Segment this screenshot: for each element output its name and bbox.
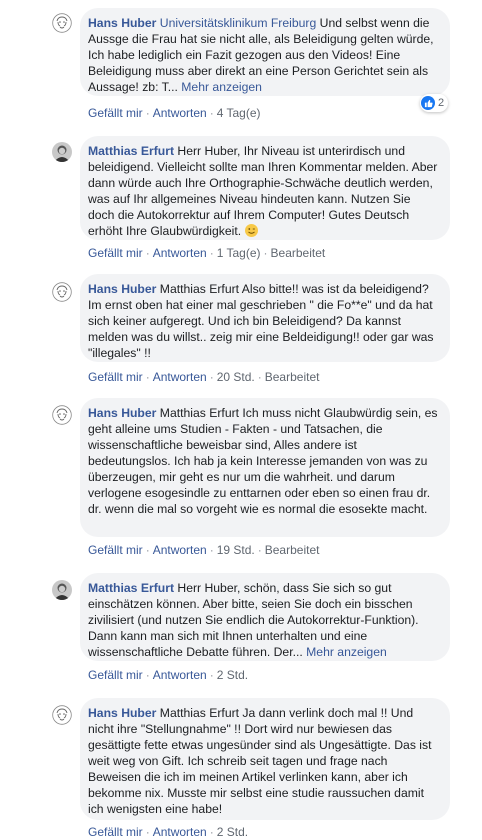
avatar[interactable] xyxy=(52,13,72,33)
comment-bubble: Matthias Erfurt Herr Huber, schön, dass … xyxy=(80,573,450,661)
separator: · xyxy=(209,668,214,682)
timestamp[interactable]: 1 Tag(e) xyxy=(217,246,261,260)
comment-bubble: Hans Huber Matthias Erfurt Ja dann verli… xyxy=(80,698,450,820)
comment-actions: Gefällt mir · Antworten · 1 Tag(e) · Bearbeite… xyxy=(88,246,325,260)
avatar[interactable] xyxy=(52,580,72,600)
like-link[interactable]: Gefällt mir xyxy=(88,668,143,682)
comment-text: Herr Huber, Ihr Niveau ist unterirdisch … xyxy=(88,144,438,238)
comment-author[interactable]: Hans Huber xyxy=(88,16,156,30)
separator: · xyxy=(145,825,150,839)
separator: · xyxy=(145,370,150,384)
like-link[interactable]: Gefällt mir xyxy=(88,370,143,384)
separator: · xyxy=(145,668,150,682)
separator: · xyxy=(257,370,262,384)
comment-author[interactable]: Hans Huber xyxy=(88,706,156,720)
wink-emoji-icon xyxy=(244,224,258,237)
timestamp[interactable]: 19 Std. xyxy=(217,543,255,557)
separator: · xyxy=(145,543,150,557)
reply-link[interactable]: Antworten xyxy=(153,668,207,682)
like-link[interactable]: Gefällt mir xyxy=(88,106,143,120)
reaction-count[interactable]: 2 xyxy=(420,94,449,112)
comment-bubble: Matthias Erfurt Herr Huber, Ihr Niveau i… xyxy=(80,136,450,240)
comment-bubble: Hans Huber Universitätsklinikum Freiburg… xyxy=(80,8,450,96)
reply-link[interactable]: Antworten xyxy=(153,246,207,260)
timestamp[interactable]: 2 Std. xyxy=(217,668,248,682)
avatar[interactable] xyxy=(52,282,72,302)
reply-link[interactable]: Antworten xyxy=(153,370,207,384)
separator: · xyxy=(209,370,214,384)
comment-text: Matthias Erfurt Ja dann verlink doch mal… xyxy=(88,706,432,816)
like-link[interactable]: Gefällt mir xyxy=(88,825,143,839)
comment-author[interactable]: Matthias Erfurt xyxy=(88,581,174,595)
show-more-link[interactable]: Mehr anzeigen xyxy=(181,80,262,94)
separator: · xyxy=(209,543,214,557)
separator: · xyxy=(209,106,214,120)
avatar[interactable] xyxy=(52,705,72,725)
reply-link[interactable]: Antworten xyxy=(153,825,207,839)
avatar[interactable] xyxy=(52,405,72,425)
avatar[interactable] xyxy=(52,142,72,162)
edited-label[interactable]: Bearbeitet xyxy=(265,370,320,384)
reply-link[interactable]: Antworten xyxy=(153,543,207,557)
comment-actions: Gefällt mir · Antworten · 2 Std. xyxy=(88,825,248,839)
reaction-number: 2 xyxy=(438,97,445,109)
separator: · xyxy=(145,246,150,260)
reply-link[interactable]: Antworten xyxy=(153,106,207,120)
comment-author[interactable]: Hans Huber xyxy=(88,406,156,420)
like-link[interactable]: Gefällt mir xyxy=(88,246,143,260)
comment-bubble: Hans Huber Matthias Erfurt Also bitte!! … xyxy=(80,274,450,362)
timestamp[interactable]: 2 Std. xyxy=(217,825,248,839)
separator: · xyxy=(263,246,268,260)
comment-actions: Gefällt mir · Antworten · 19 Std. · Bearbeitet xyxy=(88,543,319,557)
comment-text: Matthias Erfurt Ich muss nicht Glaubwürd… xyxy=(88,406,438,516)
separator: · xyxy=(209,246,214,260)
timestamp[interactable]: 20 Std. xyxy=(217,370,255,384)
timestamp[interactable]: 4 Tag(e) xyxy=(217,106,261,120)
separator: · xyxy=(257,543,262,557)
comment-actions: Gefällt mir · Antworten · 4 Tag(e) xyxy=(88,106,261,120)
separator: · xyxy=(209,825,214,839)
author-affiliation[interactable]: Universitätsklinikum Freiburg xyxy=(160,16,316,30)
comment-author[interactable]: Hans Huber xyxy=(88,282,156,296)
show-more-link[interactable]: Mehr anzeigen xyxy=(306,645,387,659)
comment-author[interactable]: Matthias Erfurt xyxy=(88,144,174,158)
comment-bubble: Hans Huber Matthias Erfurt Ich muss nich… xyxy=(80,398,450,537)
comment-actions: Gefällt mir · Antworten · 20 Std. · Bearbeitet xyxy=(88,370,319,384)
like-link[interactable]: Gefällt mir xyxy=(88,543,143,557)
comment-actions: Gefällt mir · Antworten · 2 Std. xyxy=(88,668,248,682)
thumbs-up-icon xyxy=(421,96,435,110)
edited-label[interactable]: Bearbeitet xyxy=(265,543,320,557)
separator: · xyxy=(145,106,150,120)
edited-label[interactable]: Bearbeitet xyxy=(271,246,326,260)
